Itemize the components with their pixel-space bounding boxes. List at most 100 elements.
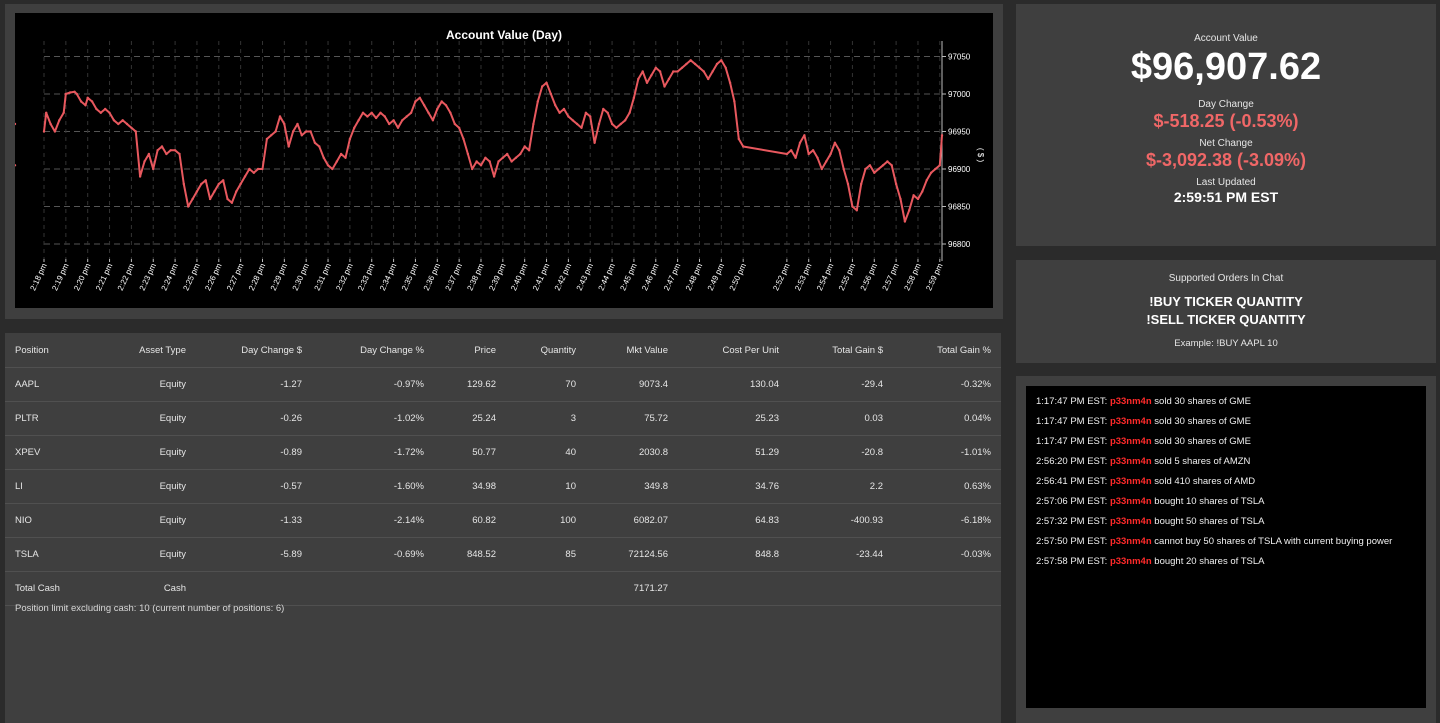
- data-point: [125, 122, 129, 126]
- log-username[interactable]: p33nm4n: [1110, 516, 1152, 527]
- data-point: [457, 126, 461, 129]
- data-point: [401, 119, 404, 122]
- last-updated-label: Last Updated: [1196, 177, 1256, 188]
- x-tick-label: 2:43 pm: [575, 262, 596, 292]
- cell-day-change: -0.89: [187, 435, 303, 470]
- cell-total-gain-pct: -0.03%: [884, 537, 1001, 572]
- data-point: [173, 149, 177, 152]
- positions-panel: Position Asset Type Day Change $ Day Cha…: [5, 333, 1001, 723]
- data-point: [423, 104, 426, 107]
- col-header-total-gain[interactable]: Total Gain $: [780, 333, 884, 368]
- x-tick-label: 2:37 pm: [444, 262, 465, 292]
- data-point: [846, 182, 850, 186]
- col-header-quantity[interactable]: Quantity: [497, 333, 577, 368]
- log-username[interactable]: p33nm4n: [1110, 496, 1152, 507]
- cell-cost-per-unit: 34.76: [669, 469, 780, 504]
- data-point: [117, 122, 120, 126]
- col-header-cost-per-unit[interactable]: Cost Per Unit: [669, 333, 780, 368]
- x-tick-label: 2:47 pm: [662, 262, 683, 292]
- data-point: [816, 156, 819, 159]
- data-point: [440, 100, 443, 103]
- cell-cost-per-unit: 64.83: [669, 503, 780, 538]
- log-message: bought 50 shares of TSLA: [1154, 516, 1265, 527]
- cell-mkt-value: 72124.56: [577, 537, 669, 572]
- x-tick-label: 2:50 pm: [728, 262, 749, 292]
- data-point: [265, 137, 269, 141]
- col-header-mkt-value[interactable]: Mkt Value: [577, 333, 669, 368]
- data-point: [58, 119, 61, 122]
- cell-day-change: -1.27: [187, 367, 303, 402]
- data-point: [344, 156, 347, 159]
- cell-position: LI: [5, 469, 97, 504]
- log-message: sold 30 shares of GME: [1154, 436, 1251, 447]
- data-point: [610, 122, 614, 126]
- data-point: [200, 182, 203, 186]
- data-point: [632, 96, 636, 100]
- x-tick-label: 2:39 pm: [487, 262, 508, 292]
- data-point: [156, 149, 159, 152]
- log-username[interactable]: p33nm4n: [1110, 436, 1152, 447]
- position-limit-note: Position limit excluding cash: 10 (curre…: [15, 603, 285, 614]
- data-point: [506, 152, 509, 156]
- cell-total-gain-pct: 0.63%: [884, 469, 1001, 504]
- x-tick-label: 2:59 pm: [924, 262, 945, 292]
- day-change-value: $-518.25 (-0.53%): [1153, 111, 1299, 131]
- x-tick-label: 2:48 pm: [684, 262, 705, 292]
- cell-mkt-value: 75.72: [577, 401, 669, 436]
- table-row: TSLA Equity -5.89 -0.69% 848.52 85 72124.56 848…: [5, 537, 1001, 572]
- data-point: [396, 126, 400, 129]
- cell-day-change: -0.26: [187, 401, 303, 436]
- log-entry: 1:17:47 PM EST: p33nm4n sold 30 shares o…: [1036, 396, 1426, 416]
- cell-mkt-value: 349.8: [577, 469, 669, 504]
- col-header-day-change-pct[interactable]: Day Change %: [303, 333, 425, 368]
- col-header-asset-type[interactable]: Asset Type: [97, 333, 187, 368]
- log-time: 2:56:41 PM EST:: [1036, 476, 1108, 487]
- account-value: $96,907.62: [1130, 46, 1322, 88]
- col-header-position[interactable]: Position: [5, 333, 97, 368]
- cell-empty: [497, 571, 577, 606]
- data-point: [868, 164, 872, 167]
- log-username[interactable]: p33nm4n: [1110, 416, 1152, 427]
- x-tick-label: 2:31 pm: [312, 262, 333, 292]
- cell-position: PLTR: [5, 401, 97, 436]
- col-header-price[interactable]: Price: [425, 333, 497, 368]
- col-header-total-gain-pct[interactable]: Total Gain %: [884, 333, 1001, 368]
- cell-empty: [425, 571, 497, 606]
- log-username[interactable]: p33nm4n: [1110, 536, 1152, 547]
- data-point: [134, 130, 137, 133]
- log-username[interactable]: p33nm4n: [1110, 556, 1152, 567]
- data-point: [833, 141, 837, 144]
- cell-day-change: -1.33: [187, 503, 303, 538]
- data-point: [536, 100, 539, 103]
- data-point: [593, 141, 596, 144]
- data-point: [99, 111, 103, 115]
- positions-table-body: AAPL Equity -1.27 -0.97% 129.62 70 9073.4 130.0…: [5, 367, 1001, 606]
- log-time: 2:57:06 PM EST:: [1036, 496, 1108, 507]
- col-header-day-change[interactable]: Day Change $: [187, 333, 303, 368]
- cell-cost-per-unit: 130.04: [669, 367, 780, 402]
- log-username[interactable]: p33nm4n: [1110, 456, 1152, 467]
- cell-total-gain: -23.44: [780, 537, 884, 572]
- cell-position: XPEV: [5, 435, 97, 470]
- cell-total-gain: -400.93: [780, 503, 884, 538]
- day-change-label: Day Change: [1198, 99, 1254, 110]
- activity-log[interactable]: 1:17:47 PM EST: p33nm4n sold 30 shares o…: [1026, 386, 1426, 708]
- data-point: [680, 66, 684, 69]
- y-tick-label: 96950: [948, 128, 971, 137]
- data-point: [742, 145, 745, 148]
- data-point: [829, 152, 832, 156]
- x-tick-label: 2:29 pm: [269, 262, 290, 292]
- x-tick-label: 2:19 pm: [50, 262, 71, 292]
- account-value-series-line: [43, 59, 943, 223]
- log-username[interactable]: p33nm4n: [1110, 396, 1152, 407]
- x-tick-label: 2:36 pm: [422, 262, 443, 292]
- supported-orders-panel: Supported Orders In Chat !BUY TICKER QUA…: [1016, 260, 1436, 363]
- x-tick-label: 2:23 pm: [138, 262, 159, 292]
- cell-quantity: 3: [497, 401, 577, 436]
- cell-day-change-pct: -0.97%: [303, 367, 425, 402]
- positions-table: Position Asset Type Day Change $ Day Cha…: [5, 333, 1001, 606]
- log-time: 2:56:20 PM EST:: [1036, 456, 1108, 467]
- log-username[interactable]: p33nm4n: [1110, 476, 1152, 487]
- x-tick-label: 2:52 pm: [771, 262, 792, 292]
- data-point: [825, 160, 828, 163]
